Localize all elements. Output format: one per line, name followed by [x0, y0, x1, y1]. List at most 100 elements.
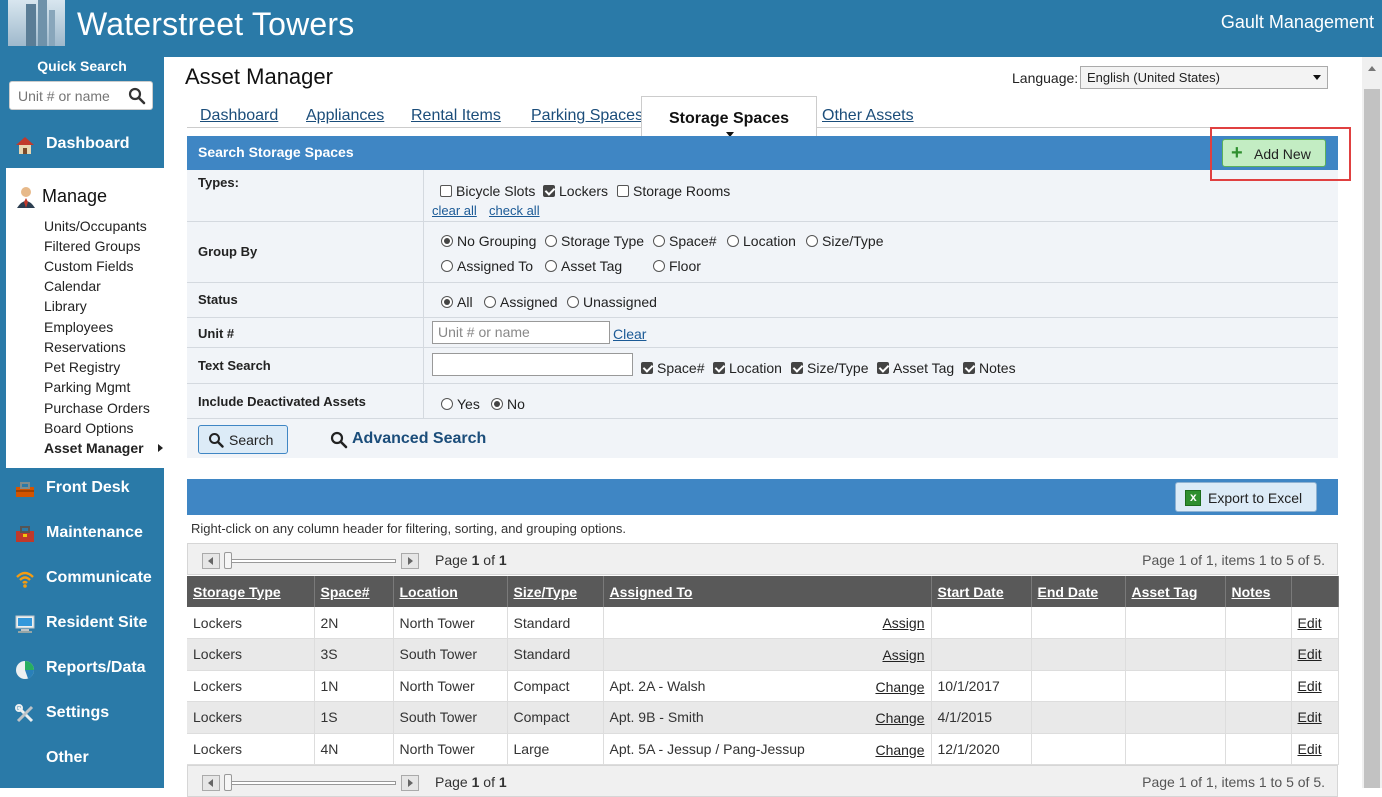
pager-slider-track[interactable] [226, 781, 396, 785]
scrollbar-thumb[interactable] [1364, 89, 1380, 788]
edit-link[interactable]: Edit [1298, 646, 1322, 662]
edit-link[interactable]: Edit [1298, 741, 1322, 757]
text-search-input[interactable] [432, 353, 633, 376]
tab-parking-spaces[interactable]: Parking Spaces [531, 107, 643, 125]
col-notes[interactable]: Notes [1225, 576, 1292, 607]
pager-slider-handle[interactable] [224, 774, 232, 791]
group-no-grouping-radio[interactable]: No Grouping [441, 233, 536, 249]
prev-page-button[interactable] [202, 775, 220, 791]
tab-dashboard[interactable]: Dashboard [200, 107, 278, 125]
edit-link[interactable]: Edit [1298, 678, 1322, 694]
sidebar-item-settings[interactable]: Settings [0, 694, 164, 734]
radio-label: Yes [457, 396, 480, 412]
page-scrollbar[interactable] [1362, 57, 1382, 788]
clear-all-link[interactable]: clear all [432, 203, 477, 218]
type-lockers-checkbox[interactable]: Lockers [543, 183, 608, 199]
cell-end [1031, 701, 1126, 734]
deactivated-no-radio[interactable]: No [491, 396, 525, 412]
toolbox-red-icon [16, 526, 34, 542]
tab-other-assets[interactable]: Other Assets [822, 107, 914, 125]
assign-link[interactable]: Assign [882, 647, 924, 663]
search-icon[interactable] [128, 87, 146, 105]
status-all-radio[interactable]: All [441, 294, 473, 310]
sidebar-item-maintenance[interactable]: Maintenance [0, 514, 164, 554]
pager-bottom: Page 1 of 1 Page 1 of 1, items 1 to 5 of… [187, 765, 1338, 797]
sidebar-item-label: Reports/Data [46, 659, 146, 676]
group-storage-type-radio[interactable]: Storage Type [545, 233, 644, 249]
change-link[interactable]: Change [875, 710, 924, 726]
prev-page-button[interactable] [202, 553, 220, 569]
sidebar-subitem-reservations[interactable]: Reservations [44, 339, 126, 355]
tab-appliances[interactable]: Appliances [306, 107, 384, 125]
building-logo[interactable] [8, 0, 65, 46]
cell-end [1031, 638, 1126, 671]
text-field-location-checkbox[interactable]: Location [713, 360, 782, 376]
cell-assigned: Apt. 2A - Walsh Change [603, 670, 932, 702]
unit-input[interactable]: Unit # or name [432, 321, 610, 344]
next-page-button[interactable] [401, 775, 419, 791]
tab-storage-spaces[interactable]: Storage Spaces [641, 96, 817, 137]
sidebar-item-resident-site[interactable]: Resident Site [0, 604, 164, 644]
col-assigned-to[interactable]: Assigned To [603, 576, 932, 607]
col-asset-tag[interactable]: Asset Tag [1125, 576, 1226, 607]
sidebar-item-other[interactable]: Other [0, 739, 164, 779]
sidebar-subitem-units-occupants[interactable]: Units/Occupants [44, 218, 147, 234]
tab-rental-items[interactable]: Rental Items [411, 107, 501, 125]
check-all-link[interactable]: check all [489, 203, 540, 218]
group-asset-tag-radio[interactable]: Asset Tag [545, 258, 622, 274]
language-select[interactable]: English (United States) [1080, 66, 1328, 89]
col-size-type[interactable]: Size/Type [507, 576, 604, 607]
type-storage-rooms-checkbox[interactable]: Storage Rooms [617, 183, 730, 199]
col-storage-type[interactable]: Storage Type [187, 576, 315, 607]
pager-slider-handle[interactable] [224, 552, 232, 569]
group-assigned-to-radio[interactable]: Assigned To [441, 258, 533, 274]
text-search-label: Text Search [198, 358, 271, 373]
sidebar-subitem-employees[interactable]: Employees [44, 319, 113, 335]
sidebar-subitem-board-options[interactable]: Board Options [44, 420, 134, 436]
sidebar-item-reports-data[interactable]: Reports/Data [0, 649, 164, 689]
type-bicycle-slots-checkbox[interactable]: Bicycle Slots [440, 183, 535, 199]
col-location[interactable]: Location [393, 576, 508, 607]
group-space-radio[interactable]: Space# [653, 233, 716, 249]
export-to-excel-button[interactable]: Export to Excel [1175, 482, 1317, 512]
text-field-asset-tag-checkbox[interactable]: Asset Tag [877, 360, 954, 376]
deactivated-yes-radio[interactable]: Yes [441, 396, 480, 412]
group-floor-radio[interactable]: Floor [653, 258, 701, 274]
next-page-button[interactable] [401, 553, 419, 569]
cell-assigned: Apt. 5A - Jessup / Pang-Jessup Change [603, 733, 932, 765]
sidebar-subitem-parking-mgmt[interactable]: Parking Mgmt [44, 379, 130, 395]
group-location-radio[interactable]: Location [727, 233, 796, 249]
status-unassigned-radio[interactable]: Unassigned [567, 294, 657, 310]
pager-slider-track[interactable] [226, 559, 396, 563]
sidebar-subitem-calendar[interactable]: Calendar [44, 278, 101, 294]
unit-clear-link[interactable]: Clear [613, 326, 646, 342]
sidebar-subitem-filtered-groups[interactable]: Filtered Groups [44, 238, 140, 254]
radio-label: All [457, 294, 473, 310]
sidebar-item-dashboard[interactable]: Dashboard [0, 125, 164, 165]
sidebar-item-front-desk[interactable]: Front Desk [0, 469, 164, 509]
text-field-space-checkbox[interactable]: Space# [641, 360, 704, 376]
col-start-date[interactable]: Start Date [931, 576, 1032, 607]
assign-link[interactable]: Assign [882, 615, 924, 631]
col-end-date[interactable]: End Date [1031, 576, 1126, 607]
status-assigned-radio[interactable]: Assigned [484, 294, 558, 310]
cell-space: 1N [314, 670, 394, 702]
quick-search-input[interactable] [18, 86, 126, 106]
text-field-size-type-checkbox[interactable]: Size/Type [791, 360, 868, 376]
search-button[interactable]: Search [198, 425, 288, 454]
change-link[interactable]: Change [875, 742, 924, 758]
text-field-notes-checkbox[interactable]: Notes [963, 360, 1016, 376]
col-space[interactable]: Space# [314, 576, 394, 607]
sidebar-subitem-pet-registry[interactable]: Pet Registry [44, 359, 120, 375]
edit-link[interactable]: Edit [1298, 615, 1322, 631]
sidebar-subitem-custom-fields[interactable]: Custom Fields [44, 258, 133, 274]
change-link[interactable]: Change [875, 679, 924, 695]
sidebar-item-communicate[interactable]: Communicate [0, 559, 164, 599]
sidebar-subitem-asset-manager[interactable]: Asset Manager [44, 440, 144, 456]
sidebar-item-manage[interactable]: Manage [42, 186, 107, 207]
sidebar-subitem-purchase-orders[interactable]: Purchase Orders [44, 400, 150, 416]
scroll-up-arrow-icon[interactable] [1368, 66, 1376, 71]
sidebar-subitem-library[interactable]: Library [44, 298, 87, 314]
edit-link[interactable]: Edit [1298, 709, 1322, 725]
group-size-type-radio[interactable]: Size/Type [806, 233, 883, 249]
